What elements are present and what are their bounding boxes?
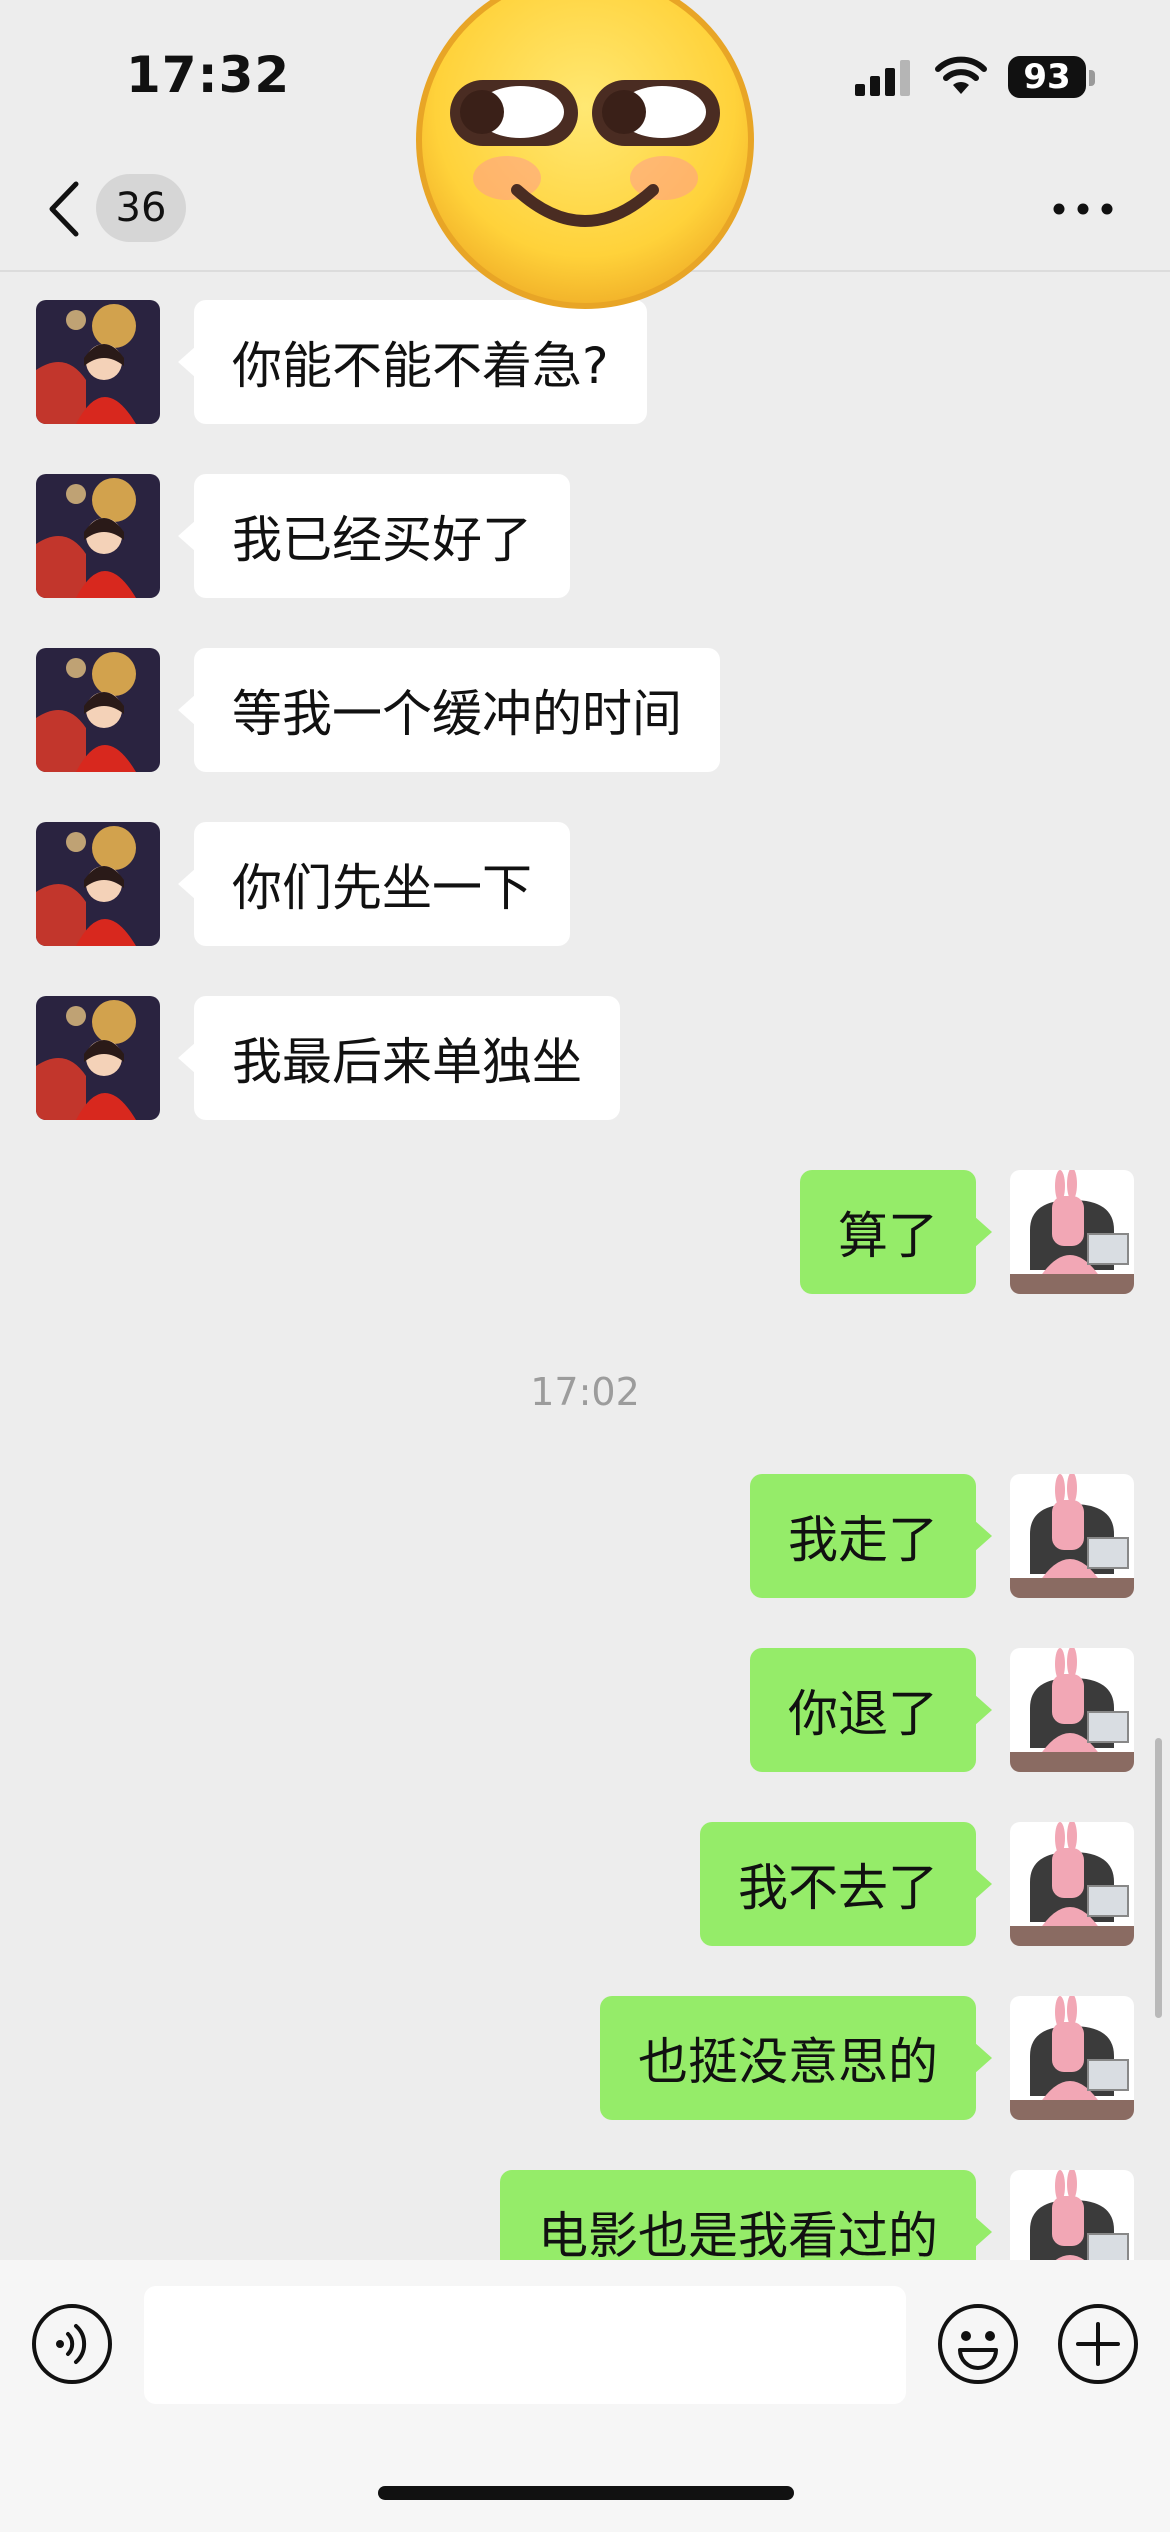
incoming-message: 你能不能不着急? (0, 298, 1170, 424)
message-bubble[interactable]: 也挺没意思的 (600, 1996, 992, 2120)
outgoing-message: 你退了 (0, 1646, 1170, 1772)
message-bubble[interactable]: 我不去了 (700, 1822, 992, 1946)
chat-message-list[interactable]: 你能不能不着急? 我已经买好了 等我一个缓冲的时间 你们先坐一下 我最后来单独坐… (0, 272, 1170, 2260)
message-bubble[interactable]: 电影也是我看过的 (500, 2170, 992, 2260)
message-bubble[interactable]: 等我一个缓冲的时间 (178, 648, 720, 772)
contact-avatar[interactable] (36, 474, 160, 598)
message-timestamp: 17:02 (530, 1370, 640, 1414)
message-bubble[interactable]: 你能不能不着急? (178, 300, 647, 424)
message-bubble[interactable]: 你们先坐一下 (178, 822, 570, 946)
home-indicator[interactable] (378, 2486, 794, 2500)
message-bubble[interactable]: 我已经买好了 (178, 474, 570, 598)
message-bubble[interactable]: 你退了 (750, 1648, 992, 1772)
outgoing-message: 电影也是我看过的 (0, 2168, 1170, 2260)
back-button[interactable] (44, 178, 84, 240)
contact-avatar[interactable] (36, 822, 160, 946)
signal-icon (855, 60, 910, 96)
incoming-message: 等我一个缓冲的时间 (0, 646, 1170, 772)
outgoing-message: 算了 (0, 1168, 1170, 1294)
emoji-icon[interactable] (936, 2302, 1020, 2386)
my-avatar[interactable] (1010, 1822, 1134, 1946)
message-bubble[interactable]: 算了 (800, 1170, 992, 1294)
contact-avatar[interactable] (36, 648, 160, 772)
smug-emoji-sticker (416, 0, 754, 309)
unread-count-badge[interactable]: 36 (96, 174, 186, 242)
contact-avatar[interactable] (36, 300, 160, 424)
incoming-message: 你们先坐一下 (0, 820, 1170, 946)
voice-icon[interactable] (30, 2302, 114, 2386)
battery-cap (1089, 70, 1095, 86)
plus-icon[interactable] (1056, 2302, 1140, 2386)
battery-indicator: 93 (1008, 56, 1086, 98)
outgoing-message: 也挺没意思的 (0, 1994, 1170, 2120)
message-bubble[interactable]: 我最后来单独坐 (178, 996, 620, 1120)
message-bubble[interactable]: 我走了 (750, 1474, 992, 1598)
incoming-message: 我已经买好了 (0, 472, 1170, 598)
my-avatar[interactable] (1010, 1996, 1134, 2120)
my-avatar[interactable] (1010, 1170, 1134, 1294)
more-options-button[interactable] (1052, 196, 1114, 222)
message-input[interactable] (144, 2286, 906, 2404)
my-avatar[interactable] (1010, 1474, 1134, 1598)
outgoing-message: 我走了 (0, 1472, 1170, 1598)
wifi-icon (935, 56, 987, 94)
chat-scrollbar[interactable] (1155, 1738, 1162, 2018)
incoming-message: 我最后来单独坐 (0, 994, 1170, 1120)
contact-avatar[interactable] (36, 996, 160, 1120)
my-avatar[interactable] (1010, 2170, 1134, 2260)
my-avatar[interactable] (1010, 1648, 1134, 1772)
outgoing-message: 我不去了 (0, 1820, 1170, 1946)
status-time: 17:32 (126, 46, 291, 104)
